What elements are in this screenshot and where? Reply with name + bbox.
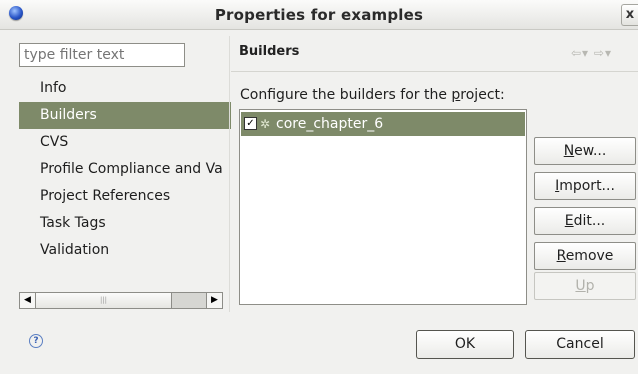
forward-arrow-icon[interactable]: ⇨▾ — [594, 46, 612, 60]
builder-checkbox[interactable]: ✓ — [244, 117, 257, 130]
builder-name: core_chapter_6 — [276, 116, 384, 132]
nav-item-builders[interactable]: Builders — [19, 102, 231, 129]
nav-item-profile-compliance[interactable]: Profile Compliance and Va — [19, 156, 231, 183]
ok-button[interactable]: OK — [416, 330, 514, 359]
page-title: Builders — [239, 44, 300, 59]
builders-description: Configure the builders for the project: — [240, 87, 505, 103]
import-button[interactable]: Import... — [534, 172, 636, 200]
horizontal-scrollbar[interactable]: ◀ ||| ▶ — [19, 292, 223, 309]
nav-item-cvs[interactable]: CVS — [19, 129, 231, 156]
cancel-button[interactable]: Cancel — [525, 330, 635, 359]
up-button[interactable]: Up — [534, 272, 636, 300]
header-separator — [231, 71, 638, 72]
scrollbar-thumb[interactable]: ||| — [36, 293, 172, 308]
history-nav[interactable]: ⇦▾ ⇨▾ — [571, 46, 612, 60]
panel-divider[interactable] — [229, 36, 230, 312]
scroll-left-icon[interactable]: ◀ — [20, 293, 36, 308]
back-arrow-icon[interactable]: ⇦▾ — [571, 46, 589, 60]
title-bar: Properties for examples x — [0, 0, 638, 30]
remove-button[interactable]: Remove — [534, 242, 636, 270]
builders-list[interactable]: ✓ ✲ core_chapter_6 — [239, 109, 527, 305]
window-title: Properties for examples — [214, 6, 424, 24]
list-item[interactable]: ✓ ✲ core_chapter_6 — [241, 112, 525, 136]
edit-button[interactable]: Edit... — [534, 207, 636, 235]
property-page-list: Info Builders CVS Profile Compliance and… — [19, 75, 231, 285]
builder-gear-icon: ✲ — [260, 117, 271, 131]
nav-item-task-tags[interactable]: Task Tags — [19, 210, 231, 237]
nav-item-project-references[interactable]: Project References — [19, 183, 231, 210]
nav-item-validation[interactable]: Validation — [19, 237, 231, 264]
new-button[interactable]: New... — [534, 137, 636, 165]
nav-item-info[interactable]: Info — [19, 75, 231, 102]
filter-input[interactable] — [19, 43, 185, 67]
scroll-right-icon[interactable]: ▶ — [206, 293, 222, 308]
help-icon[interactable]: ? — [29, 334, 43, 348]
close-button[interactable]: x — [621, 4, 638, 26]
